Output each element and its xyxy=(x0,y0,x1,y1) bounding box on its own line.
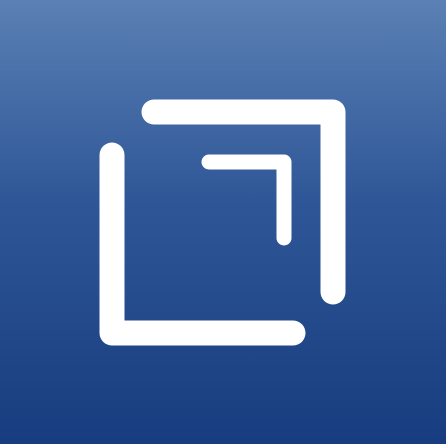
outer-top-right-bracket xyxy=(141,99,346,305)
outer-bottom-left-bracket xyxy=(99,142,306,346)
nested-corner-brackets-icon xyxy=(99,99,346,346)
inner-top-right-bracket xyxy=(201,154,292,246)
app-icon xyxy=(0,0,446,444)
